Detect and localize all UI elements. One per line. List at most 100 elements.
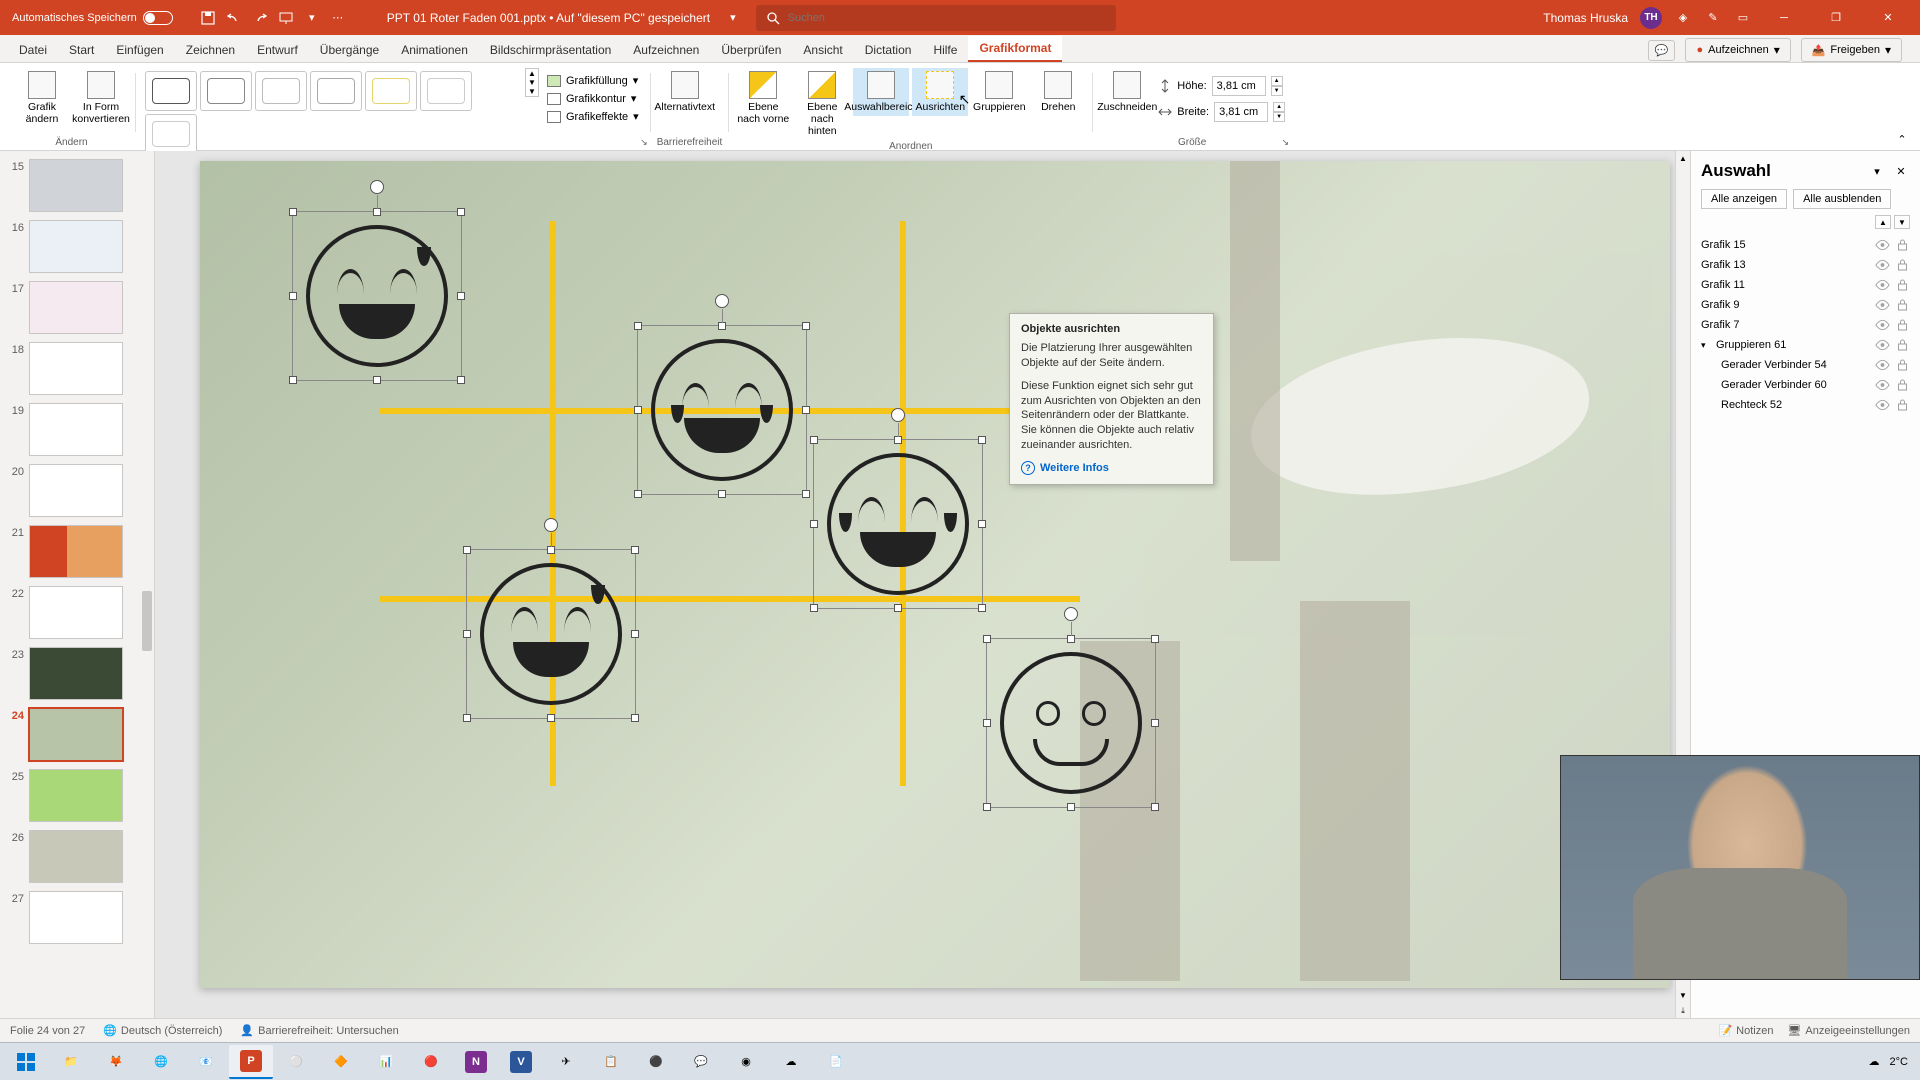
hoehe-down[interactable]: ▼: [1271, 86, 1283, 96]
tab-entwurf[interactable]: Entwurf: [246, 38, 309, 62]
taskbar-app-icon[interactable]: ◉: [724, 1045, 768, 1079]
taskbar-app-icon[interactable]: ☁: [769, 1045, 813, 1079]
thumbnail-22[interactable]: [29, 586, 123, 639]
visibility-toggle-icon[interactable]: [1875, 358, 1890, 372]
rotate-handle[interactable]: [370, 180, 384, 194]
tab-ueberpruefen[interactable]: Überprüfen: [710, 38, 792, 62]
tooltip-more-link[interactable]: ?Weitere Infos: [1021, 461, 1202, 475]
scroll-down-icon[interactable]: ▼: [1676, 988, 1690, 1003]
tab-uebergaenge[interactable]: Übergänge: [309, 38, 390, 62]
in-form-konvertieren-button[interactable]: In Form konvertieren: [73, 68, 129, 128]
notes-button[interactable]: 📝Notizen: [1718, 1024, 1773, 1037]
lock-toggle-icon[interactable]: [1895, 238, 1910, 252]
thumbnail-25[interactable]: [29, 769, 123, 822]
lock-toggle-icon[interactable]: [1895, 338, 1910, 352]
gallery-down-icon[interactable]: ▼: [526, 78, 538, 87]
powerpoint-icon[interactable]: P: [229, 1045, 273, 1079]
hide-all-button[interactable]: Alle ausblenden: [1793, 189, 1891, 209]
tab-zeichnen[interactable]: Zeichnen: [175, 38, 246, 62]
selected-emoji-5[interactable]: [986, 638, 1156, 808]
telegram-icon[interactable]: ✈: [544, 1045, 588, 1079]
vlc-icon[interactable]: 🔶: [319, 1045, 363, 1079]
selected-emoji-4[interactable]: [466, 549, 636, 719]
selected-emoji-2[interactable]: [637, 325, 807, 495]
sel-item-grafik-7[interactable]: Grafik 7: [1701, 319, 1870, 331]
coming-soon-icon[interactable]: ✎: [1704, 9, 1722, 27]
thumbnail-27[interactable]: [29, 891, 123, 944]
search-box[interactable]: [756, 5, 1116, 31]
tree-expander-icon[interactable]: ▾: [1701, 340, 1711, 351]
qat-customize-icon[interactable]: ⋯: [329, 9, 347, 27]
lock-toggle-icon[interactable]: [1895, 318, 1910, 332]
pane-dropdown-icon[interactable]: ▾: [1868, 162, 1886, 180]
minimize-button[interactable]: ─: [1764, 3, 1804, 33]
tab-grafikformat[interactable]: Grafikformat: [968, 36, 1062, 62]
rotate-handle[interactable]: [891, 408, 905, 422]
thumbnail-20[interactable]: [29, 464, 123, 517]
start-menu-icon[interactable]: [4, 1045, 48, 1079]
gallery-expand-icon[interactable]: ▼: [526, 87, 538, 96]
zuschneiden-button[interactable]: Zuschneiden: [1099, 68, 1155, 116]
taskbar-app-icon[interactable]: 📊: [364, 1045, 408, 1079]
move-up-icon[interactable]: ▲: [1875, 215, 1891, 229]
comments-icon[interactable]: 💬: [1648, 40, 1676, 61]
taskbar-app-icon[interactable]: 💬: [679, 1045, 723, 1079]
tab-einfuegen[interactable]: Einfügen: [105, 38, 174, 62]
app-launcher-icon[interactable]: ◈: [1674, 9, 1692, 27]
taskbar-app-icon[interactable]: 📄: [814, 1045, 858, 1079]
sel-item-verbinder-60[interactable]: Gerader Verbinder 60: [1721, 379, 1870, 391]
rotate-handle[interactable]: [1064, 607, 1078, 621]
visibility-toggle-icon[interactable]: [1875, 278, 1890, 292]
sel-item-grafik-9[interactable]: Grafik 9: [1701, 299, 1870, 311]
qat-more-icon[interactable]: ▾: [303, 9, 321, 27]
style-preset[interactable]: [255, 71, 307, 111]
visibility-toggle-icon[interactable]: [1875, 238, 1890, 252]
save-icon[interactable]: [199, 9, 217, 27]
style-preset[interactable]: [310, 71, 362, 111]
rotate-handle[interactable]: [715, 294, 729, 308]
grafikfuellung-button[interactable]: Grafikfüllung▾: [542, 72, 644, 89]
breite-down[interactable]: ▼: [1273, 112, 1285, 122]
style-preset[interactable]: [145, 71, 197, 111]
slide-canvas[interactable]: [200, 161, 1670, 988]
lock-toggle-icon[interactable]: [1895, 258, 1910, 272]
taskbar-app-icon[interactable]: ⚫: [634, 1045, 678, 1079]
style-preset[interactable]: [145, 114, 197, 154]
hoehe-up[interactable]: ▲: [1271, 76, 1283, 86]
visibility-toggle-icon[interactable]: [1875, 258, 1890, 272]
user-avatar[interactable]: TH: [1640, 7, 1662, 29]
undo-icon[interactable]: [225, 9, 243, 27]
thumbnail-19[interactable]: [29, 403, 123, 456]
style-preset[interactable]: [200, 71, 252, 111]
visibility-toggle-icon[interactable]: [1875, 378, 1890, 392]
tab-dictation[interactable]: Dictation: [854, 38, 923, 62]
move-down-icon[interactable]: ▼: [1894, 215, 1910, 229]
selected-emoji-3[interactable]: [813, 439, 983, 609]
outlook-icon[interactable]: 📧: [184, 1045, 228, 1079]
file-explorer-icon[interactable]: 📁: [49, 1045, 93, 1079]
display-settings-button[interactable]: 🖥Anzeigeeinstellungen: [1787, 1024, 1910, 1037]
taskbar-app-icon[interactable]: 🔴: [409, 1045, 453, 1079]
aufzeichnen-button[interactable]: ●Aufzeichnen▾: [1685, 38, 1790, 62]
tab-hilfe[interactable]: Hilfe: [922, 38, 968, 62]
tab-bildschirmpraesentation[interactable]: Bildschirmpräsentation: [479, 38, 622, 62]
collapse-ribbon-icon[interactable]: ⌃: [1892, 65, 1912, 150]
visibility-toggle-icon[interactable]: [1875, 338, 1890, 352]
search-input[interactable]: [788, 12, 1106, 24]
visibility-toggle-icon[interactable]: [1875, 398, 1890, 412]
tab-aufzeichnen[interactable]: Aufzeichnen: [622, 38, 710, 62]
lock-toggle-icon[interactable]: [1895, 378, 1910, 392]
rotate-handle[interactable]: [544, 518, 558, 532]
group-launcher-vorlagen[interactable]: ↘: [640, 137, 648, 148]
present-from-start-icon[interactable]: [277, 9, 295, 27]
thumbnail-17[interactable]: [29, 281, 123, 334]
tab-datei[interactable]: Datei: [8, 38, 58, 62]
lock-toggle-icon[interactable]: [1895, 398, 1910, 412]
lock-toggle-icon[interactable]: [1895, 298, 1910, 312]
taskbar-app-icon[interactable]: 📋: [589, 1045, 633, 1079]
weather-icon[interactable]: ☁: [1869, 1055, 1880, 1068]
visio-icon[interactable]: V: [499, 1045, 543, 1079]
redo-icon[interactable]: [251, 9, 269, 27]
thumbnail-26[interactable]: [29, 830, 123, 883]
lock-toggle-icon[interactable]: [1895, 278, 1910, 292]
